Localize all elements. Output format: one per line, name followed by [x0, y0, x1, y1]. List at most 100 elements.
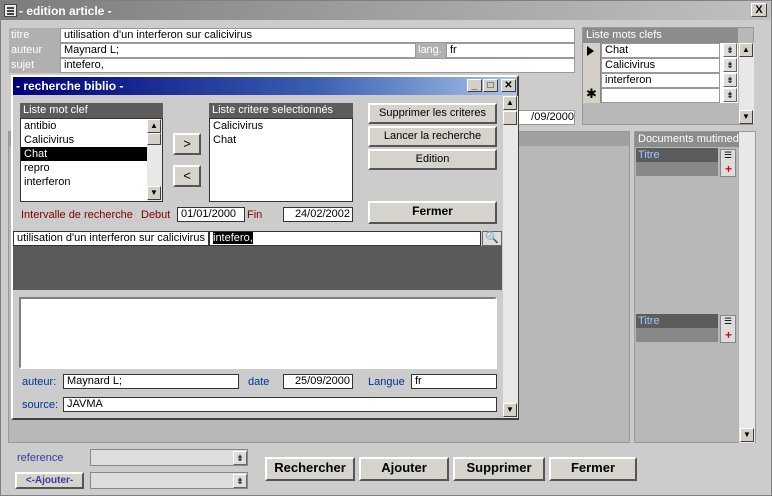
dialog-scrollbar[interactable]: ▲ ▼	[503, 96, 518, 418]
lang-label: lang.	[416, 43, 446, 58]
new-row-icon: ✱	[586, 86, 597, 101]
media-actions-2: ☰ +	[720, 315, 736, 343]
supprimer-button[interactable]: Supprimer	[453, 457, 545, 481]
auteur-detail-field[interactable]: Maynard L;	[63, 374, 239, 389]
debut-label: Debut	[141, 209, 171, 221]
selected-list[interactable]: Calicivirus Chat	[209, 118, 353, 202]
minimize-icon[interactable]: _	[467, 79, 482, 92]
list-item[interactable]: antibio	[21, 119, 162, 133]
list-icon[interactable]: ☰	[724, 317, 732, 326]
list-item-selected[interactable]: Chat	[21, 147, 162, 161]
langue-field[interactable]: fr	[411, 374, 497, 389]
result-subject-text: intefero,	[213, 232, 253, 244]
scroll-thumb[interactable]	[147, 133, 161, 145]
reference-combo-2[interactable]: ⇟	[90, 472, 248, 489]
kw-list-scrollbar[interactable]: ▲ ▼	[147, 119, 162, 201]
close-icon[interactable]: ✕	[501, 79, 516, 92]
rechercher-button[interactable]: Rechercher	[265, 457, 355, 481]
dropdown-icon[interactable]: ⇟	[723, 43, 737, 57]
search-icon[interactable]: 🔍	[482, 231, 502, 246]
list-icon[interactable]: ☰	[724, 151, 732, 160]
dropdown-icon[interactable]: ⇟	[233, 451, 247, 465]
kw-list-title: Liste mot clef	[20, 103, 163, 118]
list-item[interactable]: Calicivirus	[21, 133, 162, 147]
result-subject[interactable]: intefero,	[209, 231, 481, 246]
media-panel	[634, 131, 756, 443]
scroll-down-icon[interactable]: ▼	[740, 428, 754, 442]
dialog-title: - recherche biblio -	[16, 79, 124, 93]
dropdown-icon[interactable]: ⇟	[723, 88, 737, 102]
window-titlebar: - edition article - X	[1, 1, 771, 20]
result-title[interactable]: utilisation d'un interferon sur calicivi…	[13, 231, 209, 246]
keywords-panel-title: Liste mots clefs	[583, 28, 738, 43]
list-item[interactable]: repro	[21, 161, 162, 175]
reference-label: reference	[17, 452, 64, 464]
add-icon[interactable]: +	[725, 329, 732, 341]
dialog-close-button[interactable]: Fermer	[368, 201, 497, 224]
source-label: source:	[22, 399, 59, 411]
add-icon[interactable]: +	[725, 163, 732, 175]
sujet-field[interactable]: intefero,	[60, 58, 575, 73]
keyword-item[interactable]	[601, 88, 720, 103]
window-close-button[interactable]: X	[751, 3, 767, 17]
dropdown-icon[interactable]: ⇟	[723, 73, 737, 87]
media-scrollbar[interactable]: ▼	[739, 132, 755, 443]
auteur-field[interactable]: Maynard L;	[60, 43, 416, 58]
titre-label: titre	[9, 28, 60, 43]
media-column-header-2: Titre	[636, 314, 718, 328]
current-row-icon	[587, 46, 594, 56]
keyword-item[interactable]: interferon	[601, 73, 720, 88]
keyword-item[interactable]: Chat	[601, 43, 720, 58]
source-field[interactable]: JAVMA	[63, 397, 497, 412]
edition-button[interactable]: Edition	[368, 149, 497, 170]
article-date-field[interactable]: /09/2000	[515, 110, 575, 125]
window-title: - edition article -	[19, 4, 112, 18]
debut-field[interactable]: 01/01/2000	[177, 207, 245, 222]
lang-field[interactable]: fr	[446, 43, 575, 58]
scroll-up-icon[interactable]: ▲	[503, 96, 517, 110]
maximize-icon[interactable]: □	[483, 79, 498, 92]
scroll-down-icon[interactable]: ▼	[147, 186, 161, 200]
langue-label: Langue	[368, 376, 405, 388]
dropdown-icon[interactable]: ⇟	[233, 474, 247, 488]
list-item[interactable]: Calicivirus	[210, 119, 352, 133]
results-area	[13, 246, 502, 290]
auteur-label: auteur	[9, 43, 60, 58]
keyword-item[interactable]: Calicivirus	[601, 58, 720, 73]
scroll-up-icon[interactable]: ▲	[739, 43, 753, 57]
delete-criteria-button[interactable]: Supprimer les criteres	[368, 103, 497, 124]
scroll-down-icon[interactable]: ▼	[503, 403, 517, 417]
ajouter-reference-button[interactable]: <-Ajouter-	[15, 472, 84, 489]
sujet-label: sujet	[9, 58, 60, 73]
media-row[interactable]	[636, 162, 718, 176]
search-dialog: - recherche biblio - _ □ ✕ Liste mot cle…	[11, 75, 519, 420]
date-field[interactable]: 25/09/2000	[283, 374, 353, 389]
scroll-up-icon[interactable]: ▲	[147, 119, 161, 133]
remove-criteria-button[interactable]: <	[173, 165, 201, 187]
scroll-thumb[interactable]	[503, 111, 517, 125]
media-row-2[interactable]	[636, 328, 718, 342]
add-criteria-button[interactable]: >	[173, 133, 201, 155]
keywords-list: ✱ Chat Calicivirus interferon ⇟ ⇟ ⇟ ⇟	[583, 43, 738, 103]
abstract-area[interactable]	[19, 297, 497, 369]
fermer-button[interactable]: Fermer	[549, 457, 637, 481]
auteur-detail-label: auteur:	[22, 376, 57, 388]
ajouter-button[interactable]: Ajouter	[359, 457, 449, 481]
fin-field[interactable]: 24/02/2002	[283, 207, 353, 222]
kw-list[interactable]: antibio Calicivirus Chat repro interfero…	[20, 118, 163, 202]
titre-field[interactable]: utilisation d'un interferon sur calicivi…	[60, 28, 575, 43]
list-item[interactable]: interferon	[21, 175, 162, 189]
reference-combo[interactable]: ⇟	[90, 449, 248, 466]
keywords-scrollbar[interactable]: ▲ ▼	[739, 43, 754, 124]
app-icon	[4, 4, 17, 17]
media-actions: ☰ +	[720, 149, 736, 177]
list-item[interactable]: Chat	[210, 133, 352, 147]
date-label: date	[248, 376, 270, 388]
launch-search-button[interactable]: Lancer la recherche	[368, 126, 497, 147]
dialog-titlebar: - recherche biblio - _ □ ✕	[13, 77, 517, 95]
media-panel-title: Documents mutimedia	[635, 132, 755, 147]
dropdown-icon[interactable]: ⇟	[723, 58, 737, 72]
interval-label: Intervalle de recherche	[21, 209, 133, 221]
selected-title: Liste critere selectionnés	[209, 103, 353, 118]
scroll-down-icon[interactable]: ▼	[739, 110, 753, 124]
